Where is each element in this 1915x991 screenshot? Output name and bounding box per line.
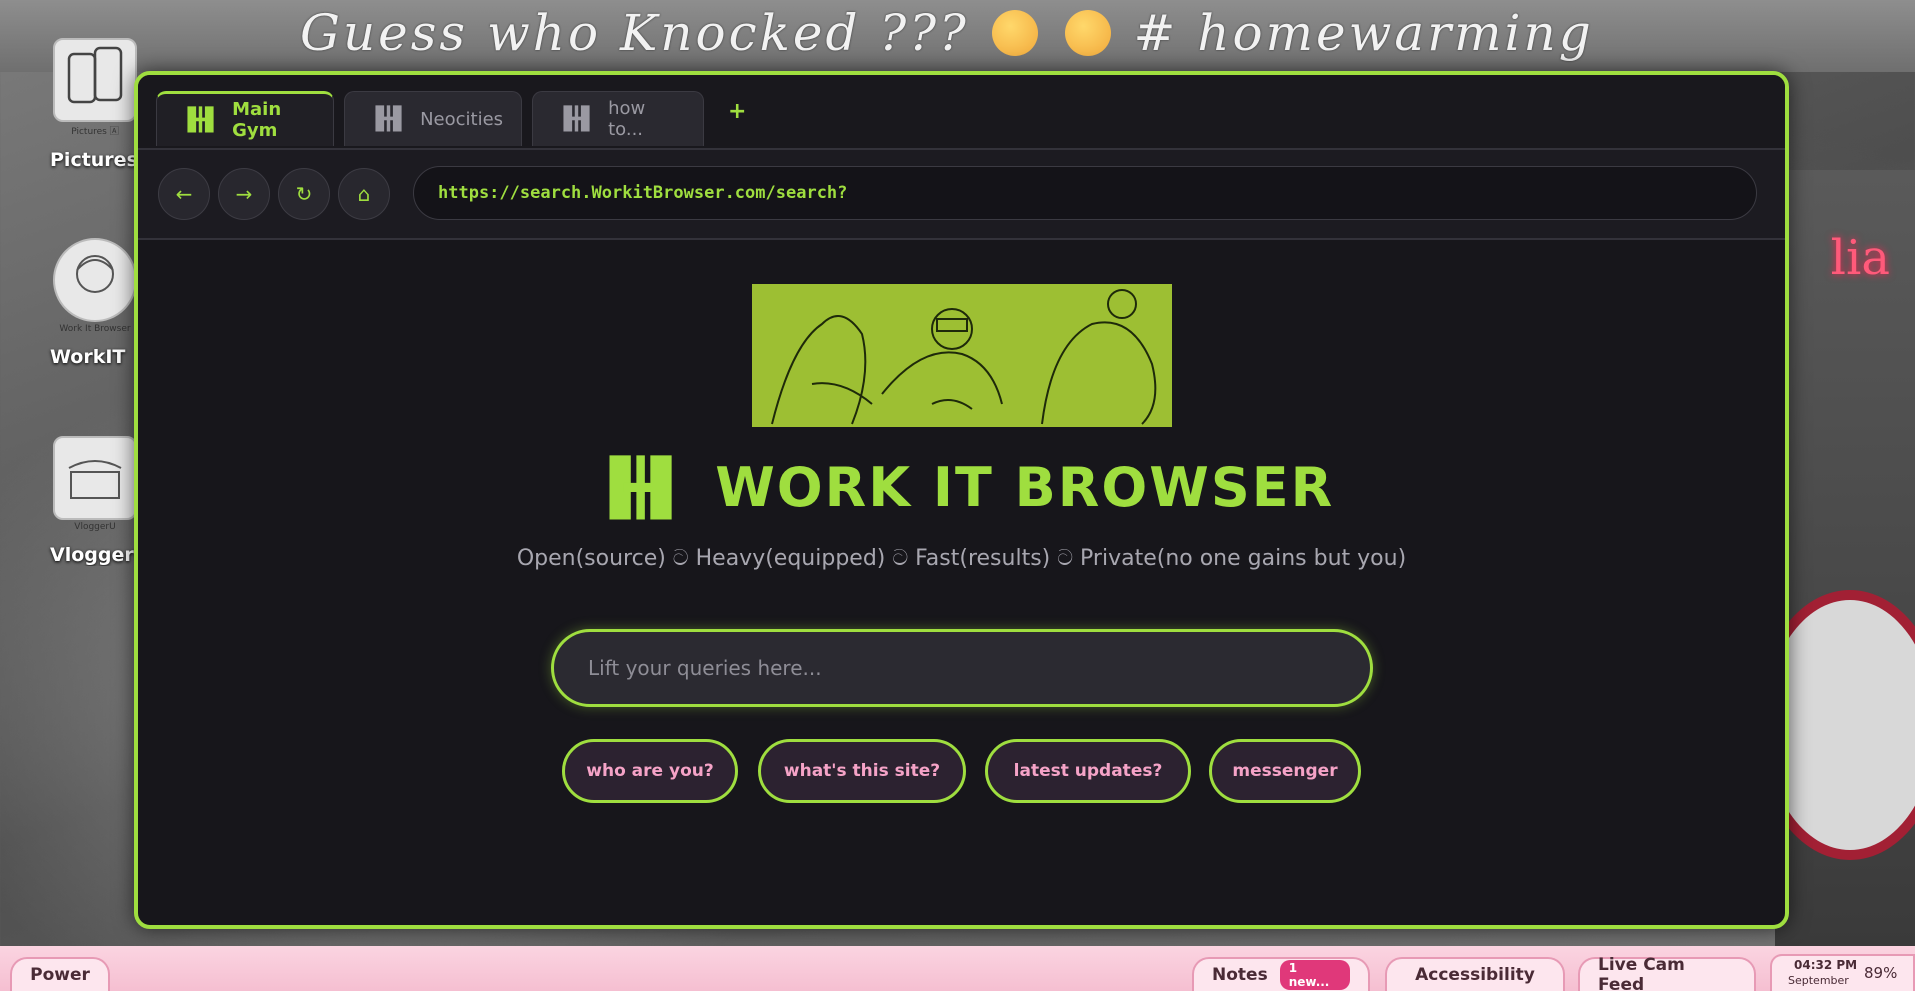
tab-main-gym[interactable]: ▐╋▌ Main Gym <box>156 91 334 146</box>
notes-label: Notes <box>1212 965 1268 985</box>
accessibility-button[interactable]: Accessibility <box>1385 957 1565 991</box>
tab-bar: ▐╋▌ Main Gym ▐╋▌ Neocities ▐╋▌ how to...… <box>138 75 1785 150</box>
banner-text: Guess who Knocked ??? # homewarming <box>300 4 1594 62</box>
winking-emoji-icon <box>991 10 1038 56</box>
power-button[interactable]: Power <box>10 957 110 991</box>
reload-button[interactable]: ↻ <box>278 168 330 220</box>
search-input[interactable] <box>586 655 1330 681</box>
tab-how-to[interactable]: ▐╋▌ how to... <box>532 91 704 146</box>
workit-icon <box>53 238 137 322</box>
back-button[interactable]: ← <box>158 168 210 220</box>
battery-level: 89% <box>1864 964 1898 982</box>
clock-time: 04:32 PM <box>1794 958 1858 972</box>
system-tray: 04:32 PM September 89% <box>1770 954 1915 991</box>
phones-icon <box>53 38 137 122</box>
taskbar: Power Notes 1 new... Accessibility Live … <box>0 946 1915 991</box>
notes-button[interactable]: Notes 1 new... <box>1192 957 1370 991</box>
tab-label: how to... <box>608 98 646 140</box>
site-title: WORK IT BROWSER <box>715 456 1335 519</box>
new-tab-button[interactable]: + <box>728 99 746 124</box>
page-content: ▐╋▌ WORK IT BROWSER Open(source) ට Heavy… <box>138 240 1785 925</box>
navigation-bar: ← → ↻ ⌂ https://search.WorkitBrowser.com… <box>138 150 1785 240</box>
quick-link-who-are-you[interactable]: who are you? <box>562 739 738 803</box>
browser-window: ▐╋▌ Main Gym ▐╋▌ Neocities ▐╋▌ how to...… <box>134 71 1789 929</box>
tab-label: Main Gym <box>232 99 282 141</box>
live-cam-feed-button[interactable]: Live Cam Feed <box>1578 955 1756 991</box>
top-banner: Guess who Knocked ??? # homewarming <box>0 0 1915 72</box>
address-bar[interactable]: https://search.WorkitBrowser.com/search? <box>413 166 1757 220</box>
search-box <box>551 629 1373 707</box>
banner-text-main: Guess who Knocked ??? <box>300 4 969 62</box>
url-text: https://search.WorkitBrowser.com/search? <box>438 183 848 203</box>
site-tagline: Open(source) ට Heavy(equipped) ට Fast(re… <box>516 546 1407 571</box>
wallpaper-red-scribble: lia <box>1830 230 1890 286</box>
banner-hashtag: # homewarming <box>1133 4 1594 62</box>
home-button[interactable]: ⌂ <box>338 168 390 220</box>
dumbbell-icon: ▐╋▌ <box>555 106 598 132</box>
hero-illustration <box>752 284 1172 427</box>
tab-label: Neocities <box>420 108 504 130</box>
vlogger-icon <box>53 436 137 520</box>
clock-date: September <box>1788 974 1849 987</box>
tab-neocities[interactable]: ▐╋▌ Neocities <box>344 91 522 146</box>
dumbbell-logo-icon: ▐╋▌ <box>588 456 693 519</box>
site-logo-title: ▐╋▌ WORK IT BROWSER <box>138 456 1785 519</box>
grinning-emoji-icon <box>1064 10 1111 56</box>
notes-badge: 1 new... <box>1279 960 1350 990</box>
forward-button[interactable]: → <box>218 168 270 220</box>
dumbbell-icon: ▐╋▌ <box>367 106 410 132</box>
quick-link-latest-updates[interactable]: latest updates? <box>985 739 1191 803</box>
dumbbell-icon: ▐╋▌ <box>179 107 222 133</box>
quick-link-whats-this-site[interactable]: what's this site? <box>758 739 966 803</box>
quick-link-messenger[interactable]: messenger <box>1209 739 1361 803</box>
